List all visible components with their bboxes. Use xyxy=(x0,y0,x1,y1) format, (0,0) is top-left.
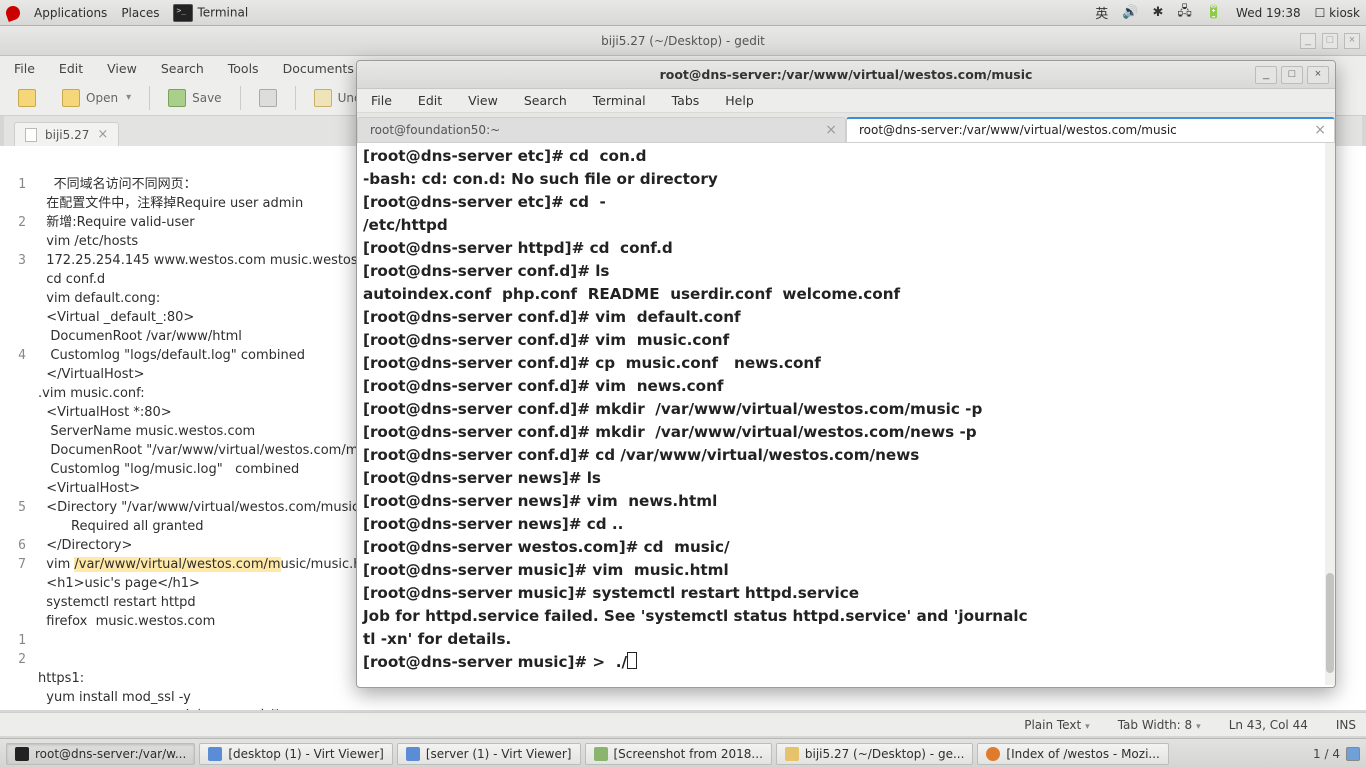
gedit-statusbar: Plain Text▾ Tab Width: 8▾ Ln 43, Col 44 … xyxy=(0,712,1366,736)
save-button[interactable]: Save xyxy=(160,85,229,111)
terminal-tab-close[interactable]: × xyxy=(825,122,837,138)
terminal-menu-view[interactable]: View xyxy=(468,93,498,108)
gedit-close-button[interactable]: × xyxy=(1344,33,1360,49)
gedit-menu-file[interactable]: File xyxy=(14,61,35,76)
new-button[interactable] xyxy=(10,85,44,111)
bluetooth-icon[interactable]: ✱ xyxy=(1152,5,1163,20)
task-screenshot[interactable]: [Screenshot from 2018... xyxy=(585,743,772,765)
gedit-document-tab[interactable]: biji5.27 × xyxy=(14,122,119,146)
terminal-close-button[interactable]: × xyxy=(1307,66,1329,84)
terminal-cursor xyxy=(627,652,637,669)
terminal-menu-tabs[interactable]: Tabs xyxy=(672,93,700,108)
terminal-titlebar[interactable]: root@dns-server:/var/www/virtual/westos.… xyxy=(357,61,1335,89)
task-label: root@dns-server:/var/w... xyxy=(35,747,186,761)
taskbar: root@dns-server:/var/w... [desktop (1) -… xyxy=(0,738,1366,768)
open-button[interactable]: Open▾ xyxy=(54,85,139,111)
gedit-line-gutter: 1 2 3 4 5 6 7 1 2 xyxy=(0,146,32,710)
gedit-highlight: /var/www/virtual/westos.com/m xyxy=(74,557,280,572)
terminal-launcher[interactable]: Terminal xyxy=(173,4,248,22)
terminal-tab-label: root@dns-server:/var/www/virtual/westos.… xyxy=(859,123,1177,137)
gedit-menu-documents[interactable]: Documents xyxy=(283,61,354,76)
battery-icon[interactable]: 🔋 xyxy=(1206,5,1222,20)
terminal-tab-1[interactable]: root@dns-server:/var/www/virtual/westos.… xyxy=(846,117,1335,142)
terminal-tab-close[interactable]: × xyxy=(1314,122,1326,138)
print-button[interactable] xyxy=(251,85,285,111)
gedit-menu-tools[interactable]: Tools xyxy=(228,61,259,76)
terminal-body[interactable]: [root@dns-server etc]# cd con.d -bash: c… xyxy=(359,143,1331,685)
toolbar-separator xyxy=(295,86,296,110)
terminal-title: root@dns-server:/var/www/virtual/westos.… xyxy=(660,67,1033,82)
terminal-menu-edit[interactable]: Edit xyxy=(418,93,442,108)
terminal-window: root@dns-server:/var/www/virtual/westos.… xyxy=(356,60,1336,688)
editor-icon xyxy=(785,747,799,761)
task-virt-server[interactable]: [server (1) - Virt Viewer] xyxy=(397,743,581,765)
vm-icon xyxy=(406,747,420,761)
task-label: biji5.27 (~/Desktop) - ge... xyxy=(805,747,965,761)
gedit-title: biji5.27 (~/Desktop) - gedit xyxy=(601,34,765,48)
gedit-text: 不同域名访问不同网页： 在配置文件中，注释掉Require user admin… xyxy=(38,177,390,572)
gedit-maximize-button[interactable]: □ xyxy=(1322,33,1338,49)
terminal-scrollbar[interactable] xyxy=(1325,143,1335,685)
terminal-menu-file[interactable]: File xyxy=(371,93,392,108)
task-terminal[interactable]: root@dns-server:/var/w... xyxy=(6,743,195,765)
terminal-tabstrip: root@foundation50:~ × root@dns-server:/v… xyxy=(357,113,1335,143)
status-cursor-pos: Ln 43, Col 44 xyxy=(1229,718,1308,732)
status-insert-mode: INS xyxy=(1336,718,1356,732)
task-label: [server (1) - Virt Viewer] xyxy=(426,747,572,761)
gedit-menu-search[interactable]: Search xyxy=(161,61,204,76)
image-icon xyxy=(594,747,608,761)
gedit-tab-close[interactable]: × xyxy=(97,127,108,142)
network-icon[interactable]: 🖧 xyxy=(1177,2,1192,24)
gedit-minimize-button[interactable]: _ xyxy=(1300,33,1316,49)
gedit-text: usic/music.html <h1>usic's page</h1> sys… xyxy=(38,557,383,710)
task-label: [Index of /westos - Mozi... xyxy=(1006,747,1159,761)
gedit-menu-view[interactable]: View xyxy=(107,61,137,76)
volume-icon[interactable]: 🔊 xyxy=(1122,5,1138,20)
task-label: [Screenshot from 2018... xyxy=(614,747,763,761)
terminal-prompt: [root@dns-server music]# > ./ xyxy=(363,653,627,671)
terminal-tab-label: root@foundation50:~ xyxy=(370,123,500,137)
workspace-icon xyxy=(1346,747,1360,761)
workspace-indicator[interactable]: 1 / 4 xyxy=(1313,747,1360,761)
user-menu[interactable]: ☐ kiosk xyxy=(1315,6,1360,20)
firefox-icon xyxy=(986,747,1000,761)
terminal-tab-0[interactable]: root@foundation50:~ × xyxy=(357,117,846,142)
gedit-tab-label: biji5.27 xyxy=(45,128,89,142)
top-panel: Applications Places Terminal 英 🔊 ✱ 🖧 🔋 W… xyxy=(0,0,1366,26)
applications-menu[interactable]: Applications xyxy=(34,6,107,20)
vm-icon xyxy=(208,747,222,761)
task-label: [desktop (1) - Virt Viewer] xyxy=(228,747,384,761)
terminal-scroll-thumb[interactable] xyxy=(1326,573,1334,673)
task-gedit[interactable]: biji5.27 (~/Desktop) - ge... xyxy=(776,743,974,765)
gedit-titlebar: biji5.27 (~/Desktop) - gedit _ □ × xyxy=(0,26,1366,56)
terminal-menu-terminal[interactable]: Terminal xyxy=(593,93,646,108)
workspace-label: 1 / 4 xyxy=(1313,747,1340,761)
terminal-menubar: File Edit View Search Terminal Tabs Help xyxy=(357,89,1335,113)
terminal-buffer: [root@dns-server etc]# cd con.d -bash: c… xyxy=(363,147,1028,648)
task-virt-desktop[interactable]: [desktop (1) - Virt Viewer] xyxy=(199,743,393,765)
terminal-minimize-button[interactable]: _ xyxy=(1255,66,1277,84)
toolbar-separator xyxy=(240,86,241,110)
terminal-menu-search[interactable]: Search xyxy=(524,93,567,108)
toolbar-separator xyxy=(149,86,150,110)
ime-indicator[interactable]: 英 xyxy=(1095,3,1108,22)
task-firefox[interactable]: [Index of /westos - Mozi... xyxy=(977,743,1168,765)
places-menu[interactable]: Places xyxy=(121,6,159,20)
status-mode[interactable]: Plain Text▾ xyxy=(1024,718,1089,732)
terminal-icon xyxy=(15,747,29,761)
distro-icon xyxy=(4,4,22,22)
clock[interactable]: Wed 19:38 xyxy=(1236,6,1301,20)
gedit-menu-edit[interactable]: Edit xyxy=(59,61,83,76)
terminal-menu-help[interactable]: Help xyxy=(725,93,754,108)
terminal-maximize-button[interactable]: □ xyxy=(1281,66,1303,84)
status-tabwidth[interactable]: Tab Width: 8▾ xyxy=(1118,718,1201,732)
document-icon xyxy=(25,128,37,142)
